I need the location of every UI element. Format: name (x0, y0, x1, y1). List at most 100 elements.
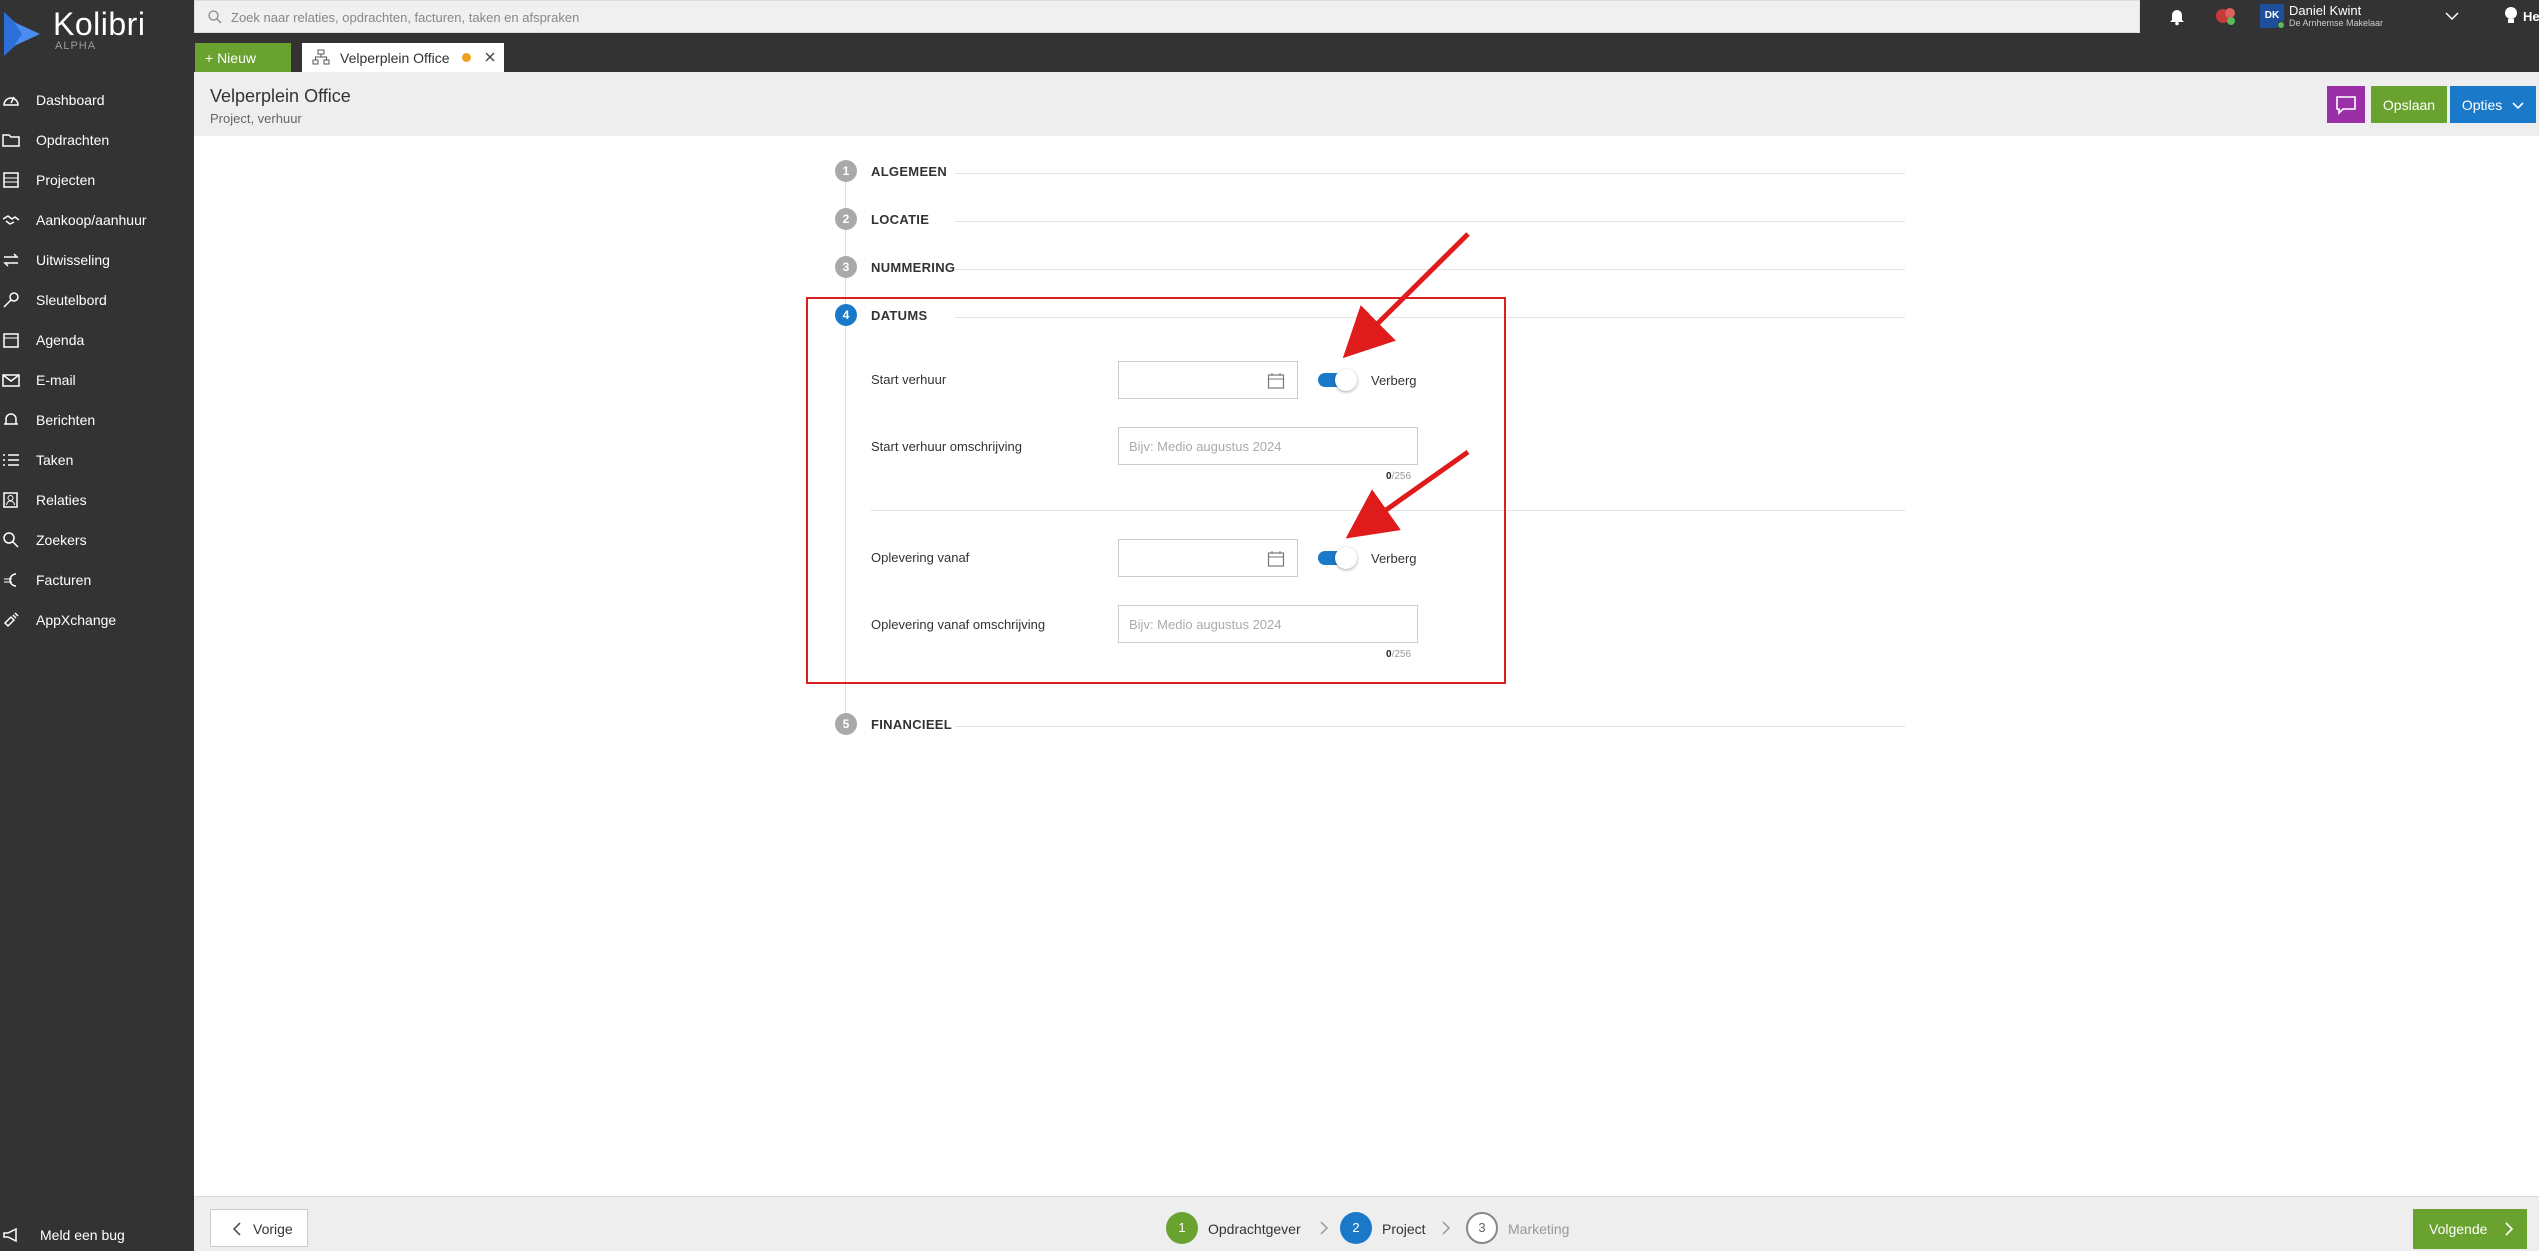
options-label: Opties (2461, 96, 2503, 113)
section-number: 1 (835, 160, 857, 182)
sidebar-item-opdrachten[interactable]: Opdrachten (0, 120, 194, 160)
step-number: 1 (1166, 1212, 1198, 1244)
annotation-highlight-box (806, 297, 1506, 684)
plugin-icon (3, 612, 19, 628)
previous-button[interactable]: Vorige (210, 1209, 308, 1247)
online-status-dot (2277, 21, 2285, 29)
sidebar-item-label: Relaties (36, 492, 87, 508)
help-label: Help (2523, 9, 2539, 24)
sidebar-item-appxchange[interactable]: AppXchange (0, 600, 194, 640)
sidebar-item-uitwisseling[interactable]: Uitwisseling (0, 240, 194, 280)
user-menu[interactable]: DK Daniel Kwint De Arnhemse Makelaar (2260, 0, 2480, 33)
sidebar-item-berichten[interactable]: Berichten (0, 400, 194, 440)
key-icon (3, 292, 19, 308)
notifications-bell-icon[interactable] (2167, 6, 2187, 26)
chevron-right-icon (1320, 1221, 1329, 1235)
sidebar-item-label: E-mail (36, 372, 76, 388)
sidebar-item-aankoop-aanhuur[interactable]: Aankoop/aanhuur (0, 200, 194, 240)
new-button[interactable]: + Nieuw (195, 43, 291, 72)
building-icon (3, 172, 19, 188)
section-locatie[interactable]: 2 LOCATIE (835, 208, 1905, 232)
mail-icon (2, 374, 20, 387)
sidebar-item-label: Dashboard (36, 92, 105, 108)
sidebar-item-label: Sleutelbord (36, 292, 107, 308)
previous-label: Vorige (253, 1221, 293, 1237)
chat-button[interactable] (2327, 86, 2365, 123)
gauge-icon (3, 96, 19, 106)
sidebar-item-label: Uitwisseling (36, 252, 110, 268)
save-button[interactable]: Opslaan (2371, 86, 2447, 123)
report-bug-label: Meld een bug (40, 1227, 125, 1243)
section-title: ALGEMEEN (871, 164, 948, 179)
options-button[interactable]: Opties (2450, 86, 2536, 123)
section-divider (955, 221, 1905, 222)
page-header: Velperplein Office Project, verhuur Opsl… (194, 72, 2539, 136)
section-financieel[interactable]: 5 FINANCIEEL (835, 713, 1905, 737)
next-label: Volgende (2429, 1221, 2488, 1237)
sidebar-item-label: AppXchange (36, 612, 117, 628)
lightbulb-icon (2505, 7, 2517, 23)
chevron-down-icon (2445, 12, 2459, 21)
section-title: NUMMERING (871, 260, 956, 275)
app-name: Kolibri (53, 6, 146, 42)
wizard-footer: Vorige 1 Opdrachtgever 2 Project 3 Marke… (194, 1196, 2539, 1251)
section-number: 2 (835, 208, 857, 230)
close-icon[interactable] (482, 49, 498, 65)
sidebar-item-projecten[interactable]: Projecten (0, 160, 194, 200)
search-icon (208, 10, 222, 24)
sidebar-item-relaties[interactable]: Relaties (0, 480, 194, 520)
chat-bubble-icon (2336, 96, 2356, 115)
section-algemeen[interactable]: 1 ALGEMEEN (835, 160, 1905, 184)
app-badge: ALPHA (55, 40, 97, 52)
step-number: 2 (1340, 1212, 1372, 1244)
unsaved-indicator (462, 53, 471, 62)
sidebar: Kolibri ALPHA Dashboard Opdrachten Proje… (0, 0, 194, 1251)
kolibri-logo-icon (4, 12, 40, 56)
step-label: Opdrachtgever (1208, 1221, 1301, 1237)
section-number: 5 (835, 713, 857, 735)
sidebar-item-label: Aankoop/aanhuur (36, 212, 147, 228)
calendar-icon (3, 333, 19, 348)
chevron-right-icon (1442, 1221, 1451, 1235)
sidebar-item-sleutelbord[interactable]: Sleutelbord (0, 280, 194, 320)
report-bug-link[interactable]: Meld een bug (0, 1221, 194, 1251)
section-divider (955, 726, 1905, 727)
folder-icon (2, 134, 20, 147)
step-number: 3 (1466, 1212, 1498, 1244)
sidebar-item-label: Agenda (36, 332, 85, 348)
sidebar-item-zoekers[interactable]: Zoekers (0, 520, 194, 560)
help-button[interactable]: Help (2503, 4, 2539, 30)
step-label: Project (1382, 1221, 1426, 1237)
sidebar-item-dashboard[interactable]: Dashboard (0, 80, 194, 120)
page-title: Velperplein Office (210, 86, 351, 106)
page-subtitle: Project, verhuur (210, 111, 302, 126)
section-title: LOCATIE (871, 212, 930, 227)
tab-label: Velperplein Office (340, 50, 450, 66)
sitemap-icon (312, 49, 330, 65)
contact-icon (3, 492, 18, 508)
section-divider (955, 173, 1905, 174)
sidebar-item-label: Taken (36, 452, 74, 468)
sidebar-item-agenda[interactable]: Agenda (0, 320, 194, 360)
sidebar-item-label: Zoekers (36, 532, 87, 548)
search-input[interactable] (231, 5, 2031, 29)
sidebar-item-label: Facturen (36, 572, 92, 588)
section-number: 3 (835, 256, 857, 278)
chevron-down-icon (2512, 102, 2524, 109)
app-logo[interactable]: Kolibri ALPHA (0, 0, 194, 58)
bell-icon (4, 413, 18, 425)
next-button[interactable]: Volgende (2413, 1209, 2527, 1249)
sidebar-item-label: Projecten (36, 172, 96, 188)
sidebar-item-email[interactable]: E-mail (0, 360, 194, 400)
sidebar-item-facturen[interactable]: Facturen (0, 560, 194, 600)
section-title: FINANCIEEL (871, 717, 952, 732)
tab-bar: + Nieuw Velperplein Office (194, 36, 2539, 72)
tab-velperplein-office[interactable]: Velperplein Office (302, 43, 504, 72)
sidebar-item-label: Berichten (36, 412, 96, 428)
handshake-icon (2, 215, 20, 225)
exchange-icon (3, 253, 19, 267)
megaphone-icon (3, 1227, 17, 1243)
status-badge-icon[interactable] (2214, 5, 2238, 27)
sidebar-item-taken[interactable]: Taken (0, 440, 194, 480)
section-nummering[interactable]: 3 NUMMERING (835, 256, 1905, 280)
